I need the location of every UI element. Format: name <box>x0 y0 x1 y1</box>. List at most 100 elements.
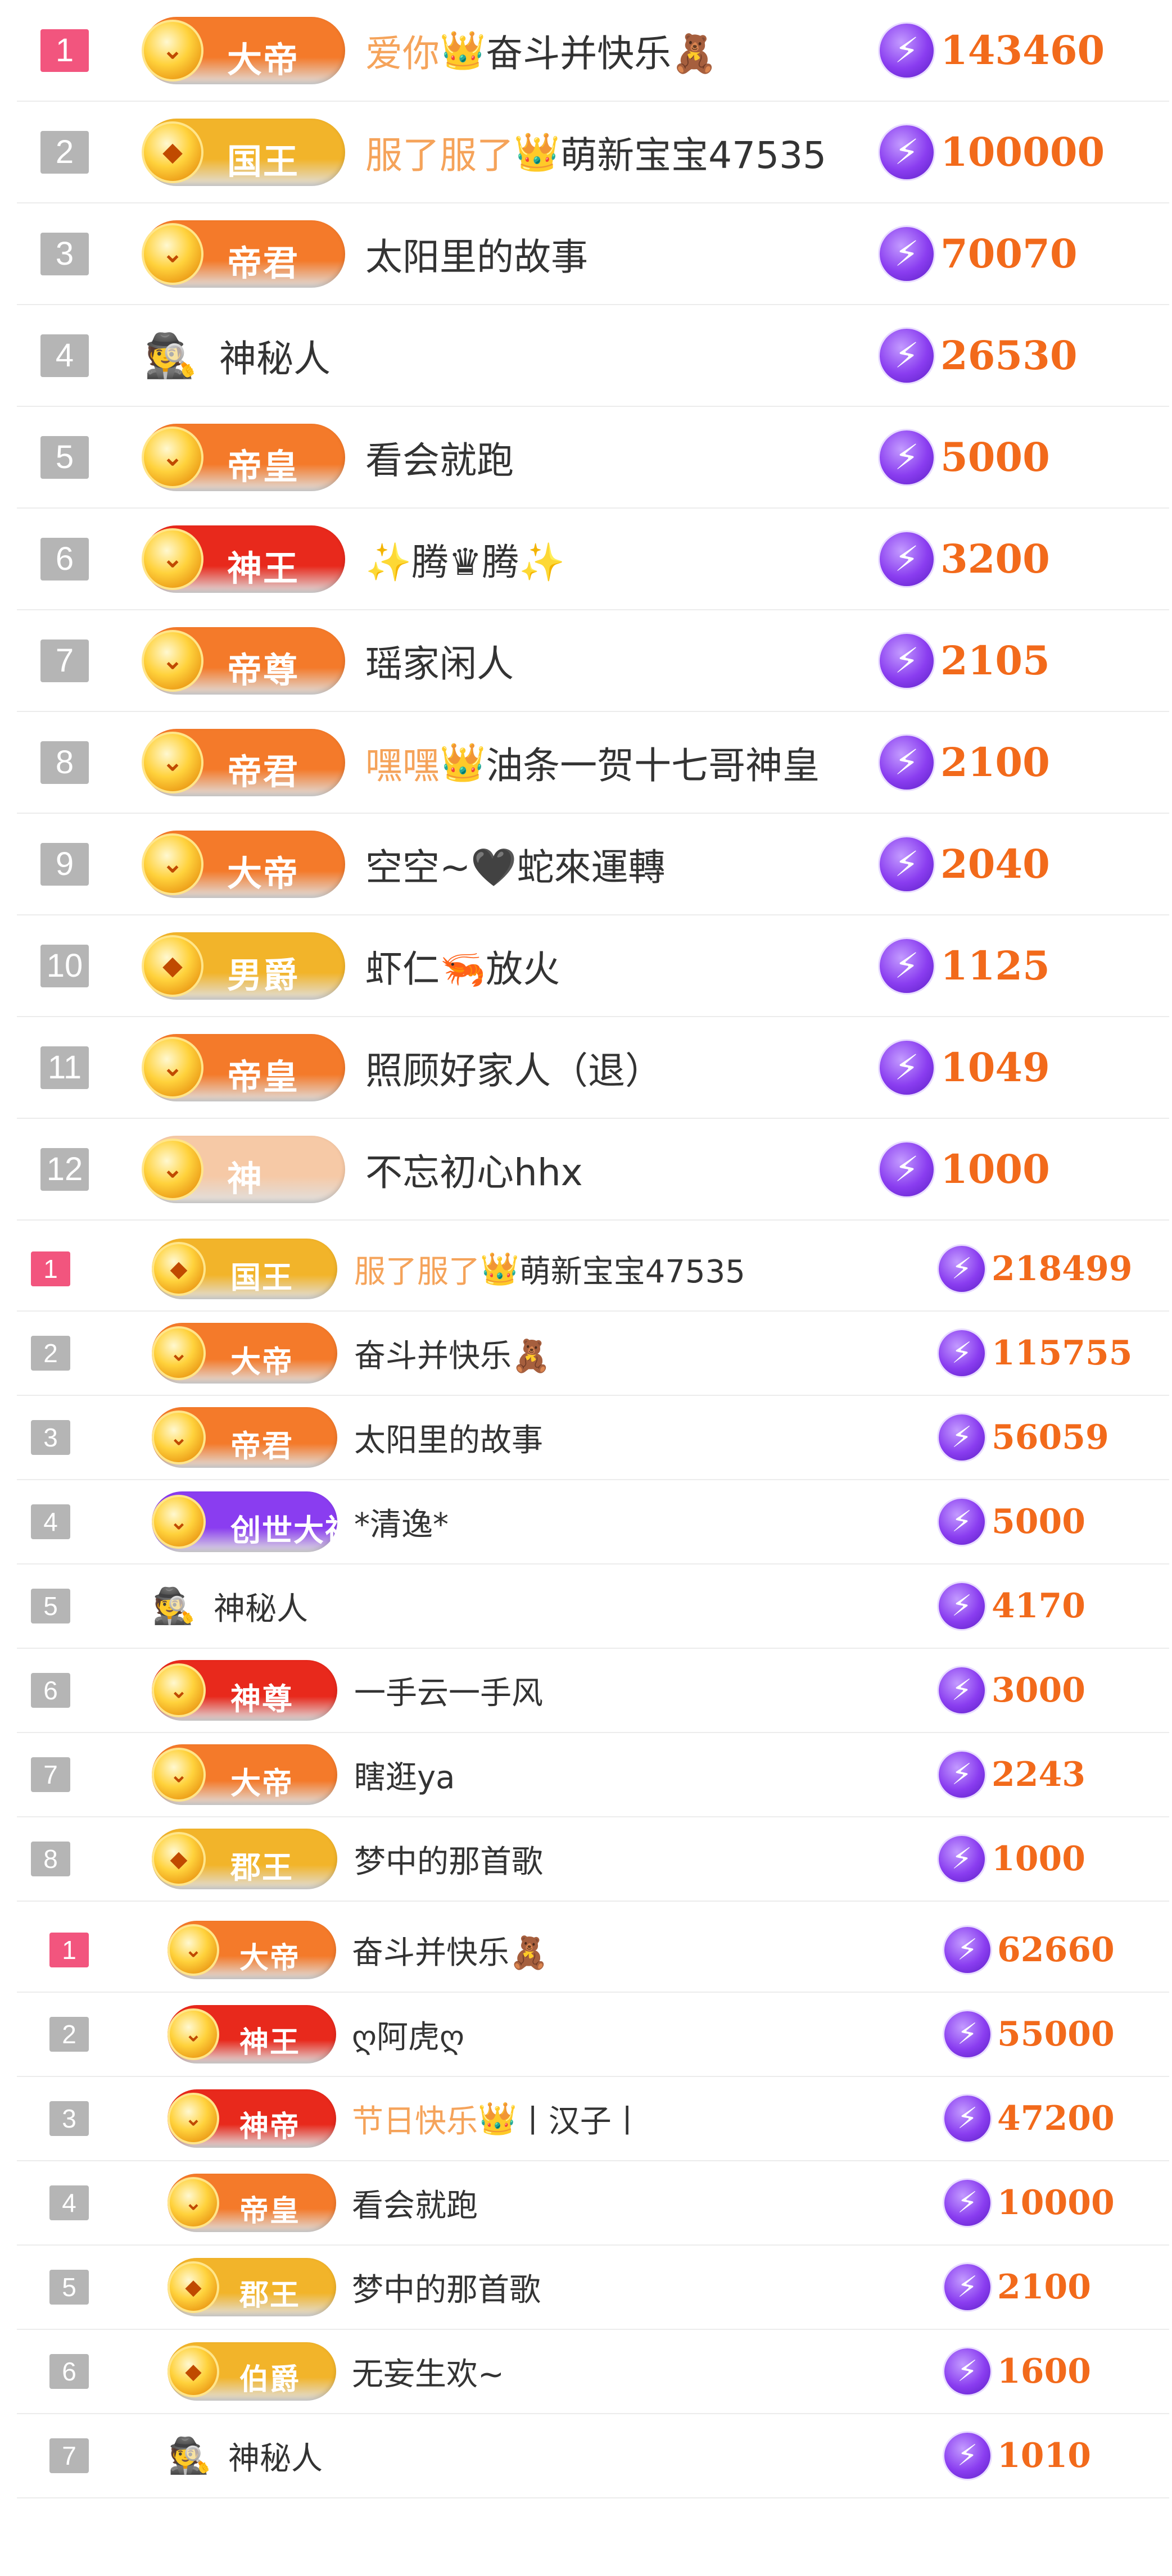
ranking-row[interactable]: 4 ⌄ 创世大神 *清逸* ⚡ 5000 <box>17 1480 1169 1564</box>
leaderboard-section-c: 1 ⌄ 大帝 奋斗并快乐🧸 ⚡ 62660 2 ⌄ 神王 ღ阿虎ღ ⚡ 55000 3 ⌄ 神帝 节日快乐 👑 丨… <box>17 1908 1169 2498</box>
user-name-text: 奋斗并快乐🧸 <box>354 1337 551 1375</box>
badge-label: 大帝 <box>230 1767 293 1801</box>
ranking-row[interactable]: 1 ⌄ 大帝 奋斗并快乐🧸 ⚡ 62660 <box>17 1908 1169 1993</box>
rank-title-badge: ⌄ 神 <box>142 1135 345 1203</box>
crown-icon: 👑 <box>478 2101 517 2137</box>
user-name[interactable]: ✨腾♛腾✨ <box>365 532 565 586</box>
ranking-row[interactable]: 5 ⌄ 帝皇 看会就跑 ⚡ 5000 <box>17 407 1169 509</box>
contribution-amount: ⚡ 1049 <box>880 1040 1050 1095</box>
rank-title-badge: ⌄ 创世大神 <box>152 1491 355 1552</box>
user-name[interactable]: 不忘初心hhx <box>365 1142 583 1196</box>
ranking-row[interactable]: 2 ⌄ 大帝 奋斗并快乐🧸 ⚡ 115755 <box>17 1312 1169 1396</box>
user-name[interactable]: 太阳里的故事 <box>354 1415 543 1461</box>
amount-value: 3000 <box>992 1671 1085 1710</box>
amount-value: 143460 <box>940 27 1105 74</box>
user-name[interactable]: 神秘人 <box>228 2433 323 2479</box>
user-name[interactable]: 照顾好家人（退） <box>365 1041 662 1095</box>
user-name[interactable]: 太阳里的故事 <box>365 227 588 281</box>
lightning-bolt-icon: ⚡ <box>939 1499 985 1545</box>
contribution-amount: ⚡ 2100 <box>880 735 1050 790</box>
ranking-row[interactable]: 5 🕵 神秘人 ⚡ 4170 <box>17 1564 1169 1649</box>
badge-label: 神帝 <box>239 2111 301 2143</box>
user-name-text: 油条一贺十七哥神皇 <box>486 743 820 787</box>
user-name[interactable]: 神秘人 <box>219 329 331 383</box>
rank-number: 4 <box>49 2185 89 2220</box>
ranking-row[interactable]: 2 ⌄ 神王 ღ阿虎ღ ⚡ 55000 <box>17 1993 1169 2077</box>
user-name[interactable]: 节日快乐 👑 丨汉子丨 <box>352 2096 643 2142</box>
contribution-amount: ⚡ 1000 <box>939 1836 1085 1882</box>
ranking-row[interactable]: 6 ◆ 伯爵 无妄生欢~ ⚡ 1600 <box>17 2330 1169 2414</box>
user-name[interactable]: 奋斗并快乐🧸 <box>352 1928 549 1973</box>
rank-title-badge: ⌄ 神尊 <box>152 1660 337 1721</box>
ranking-row[interactable]: 1 ⌄ 大帝 爱你 👑 奋斗并快乐🧸 ⚡ 143460 <box>17 0 1169 102</box>
user-name[interactable]: 奋斗并快乐🧸 <box>354 1331 551 1376</box>
gem-icon: ◆ <box>152 1832 206 1886</box>
chevron-icon: ⌄ <box>152 1326 206 1380</box>
user-name[interactable]: 无妄生欢~ <box>352 2349 504 2394</box>
chevron-icon: ⌄ <box>168 1924 219 1976</box>
lightning-bolt-icon: ⚡ <box>880 1040 934 1095</box>
lightning-bolt-icon: ⚡ <box>939 1667 985 1713</box>
rank-number: 3 <box>49 2101 89 2136</box>
ranking-row[interactable]: 6 ⌄ 神王 ✨腾♛腾✨ ⚡ 3200 <box>17 509 1169 610</box>
highlighted-prefix: 服了服了 <box>365 133 514 177</box>
ranking-row[interactable]: 3 ⌄ 神帝 节日快乐 👑 丨汉子丨 ⚡ 47200 <box>17 2077 1169 2161</box>
ranking-row[interactable]: 7 🕵 神秘人 ⚡ 1010 <box>17 2414 1169 2498</box>
ranking-row[interactable]: 8 ⌄ 帝君 嘿嘿 👑 油条一贺十七哥神皇 ⚡ 2100 <box>17 712 1169 814</box>
contribution-amount: ⚡ 1010 <box>944 2433 1091 2479</box>
ranking-row[interactable]: 5 ◆ 郡王 梦中的那首歌 ⚡ 2100 <box>17 2246 1169 2330</box>
user-name[interactable]: 虾仁🦐放火 <box>365 939 560 993</box>
user-name[interactable]: 看会就跑 <box>352 2180 478 2226</box>
user-name[interactable]: 梦中的那首歌 <box>354 1836 543 1882</box>
ranking-row[interactable]: 10 ◆ 男爵 虾仁🦐放火 ⚡ 1125 <box>17 915 1169 1017</box>
user-name[interactable]: 一手云一手风 <box>354 1668 543 1713</box>
user-name[interactable]: 瞎逛ya <box>354 1752 455 1798</box>
ranking-row[interactable]: 8 ◆ 郡王 梦中的那首歌 ⚡ 1000 <box>17 1817 1169 1902</box>
amount-value: 10000 <box>997 2183 1115 2223</box>
chevron-icon: ⌄ <box>152 1663 206 1717</box>
contribution-amount: ⚡ 4170 <box>939 1583 1085 1629</box>
rank-number: 11 <box>40 1046 89 1089</box>
rank-number: 7 <box>40 639 89 682</box>
user-name-text: 神秘人 <box>214 1590 308 1627</box>
user-name[interactable]: 空空~🖤蛇來運轉 <box>365 837 665 891</box>
badge-label: 帝皇 <box>227 447 300 487</box>
lightning-bolt-icon: ⚡ <box>880 226 934 281</box>
user-name[interactable]: 神秘人 <box>214 1584 308 1629</box>
badge-label: 神王 <box>227 549 300 588</box>
user-name[interactable]: *清逸* <box>354 1499 449 1545</box>
ranking-row[interactable]: 4 🕵 神秘人 ⚡ 26530 <box>17 305 1169 407</box>
user-name[interactable]: 爱你 👑 奋斗并快乐🧸 <box>365 24 717 78</box>
ranking-row[interactable]: 1 ◆ 国王 服了服了 👑 萌新宝宝47535 ⚡ 218499 <box>17 1227 1169 1312</box>
lightning-bolt-icon: ⚡ <box>944 2096 990 2142</box>
rank-title-badge: ⌄ 大帝 <box>152 1323 337 1384</box>
ranking-row[interactable]: 3 ⌄ 帝君 太阳里的故事 ⚡ 70070 <box>17 203 1169 305</box>
ranking-row[interactable]: 11 ⌄ 帝皇 照顾好家人（退） ⚡ 1049 <box>17 1017 1169 1119</box>
user-name[interactable]: 瑶家闲人 <box>365 634 514 688</box>
user-name[interactable]: 看会就跑 <box>365 430 514 484</box>
ranking-row[interactable]: 4 ⌄ 帝皇 看会就跑 ⚡ 10000 <box>17 2161 1169 2246</box>
user-name[interactable]: 梦中的那首歌 <box>352 2265 541 2310</box>
ranking-row[interactable]: 6 ⌄ 神尊 一手云一手风 ⚡ 3000 <box>17 1649 1169 1733</box>
ranking-row[interactable]: 12 ⌄ 神不忘初心hhx ⚡ 1000 <box>17 1119 1169 1221</box>
ranking-row[interactable]: 7 ⌄ 帝尊 瑶家闲人 ⚡ 2105 <box>17 610 1169 712</box>
ranking-row[interactable]: 3 ⌄ 帝君 太阳里的故事 ⚡ 56059 <box>17 1396 1169 1480</box>
user-name[interactable]: 服了服了 👑 萌新宝宝47535 <box>365 125 826 179</box>
badge-label: 帝君 <box>227 752 300 792</box>
user-name[interactable]: 服了服了 👑 萌新宝宝47535 <box>354 1246 745 1292</box>
user-name[interactable]: ღ阿虎ღ <box>352 2012 464 2057</box>
ranking-row[interactable]: 9 ⌄ 大帝 空空~🖤蛇來運轉 ⚡ 2040 <box>17 814 1169 915</box>
lightning-bolt-icon: ⚡ <box>939 1330 985 1376</box>
contribution-amount: ⚡ 70070 <box>880 226 1078 281</box>
rank-title-badge: ⌄ 大帝 <box>142 830 345 898</box>
amount-value: 2105 <box>940 637 1050 684</box>
leaderboard-section-b: 1 ◆ 国王 服了服了 👑 萌新宝宝47535 ⚡ 218499 2 ⌄ 大帝 奋斗并快乐🧸 ⚡ 1157… <box>17 1227 1169 1902</box>
ranking-row[interactable]: 7 ⌄ 大帝 瞎逛ya ⚡ 2243 <box>17 1733 1169 1817</box>
user-name[interactable]: 嘿嘿 👑 油条一贺十七哥神皇 <box>365 736 820 790</box>
contribution-amount: ⚡ 10000 <box>944 2180 1115 2226</box>
chevron-icon: ⌄ <box>142 833 203 895</box>
badge-label: 大帝 <box>227 854 300 894</box>
ranking-row[interactable]: 2 ◆ 国王 服了服了 👑 萌新宝宝47535 ⚡ 100000 <box>17 102 1169 203</box>
badge-label: 伯爵 <box>239 2364 301 2396</box>
rank-title-badge: ⌄ 大帝 <box>152 1744 337 1805</box>
